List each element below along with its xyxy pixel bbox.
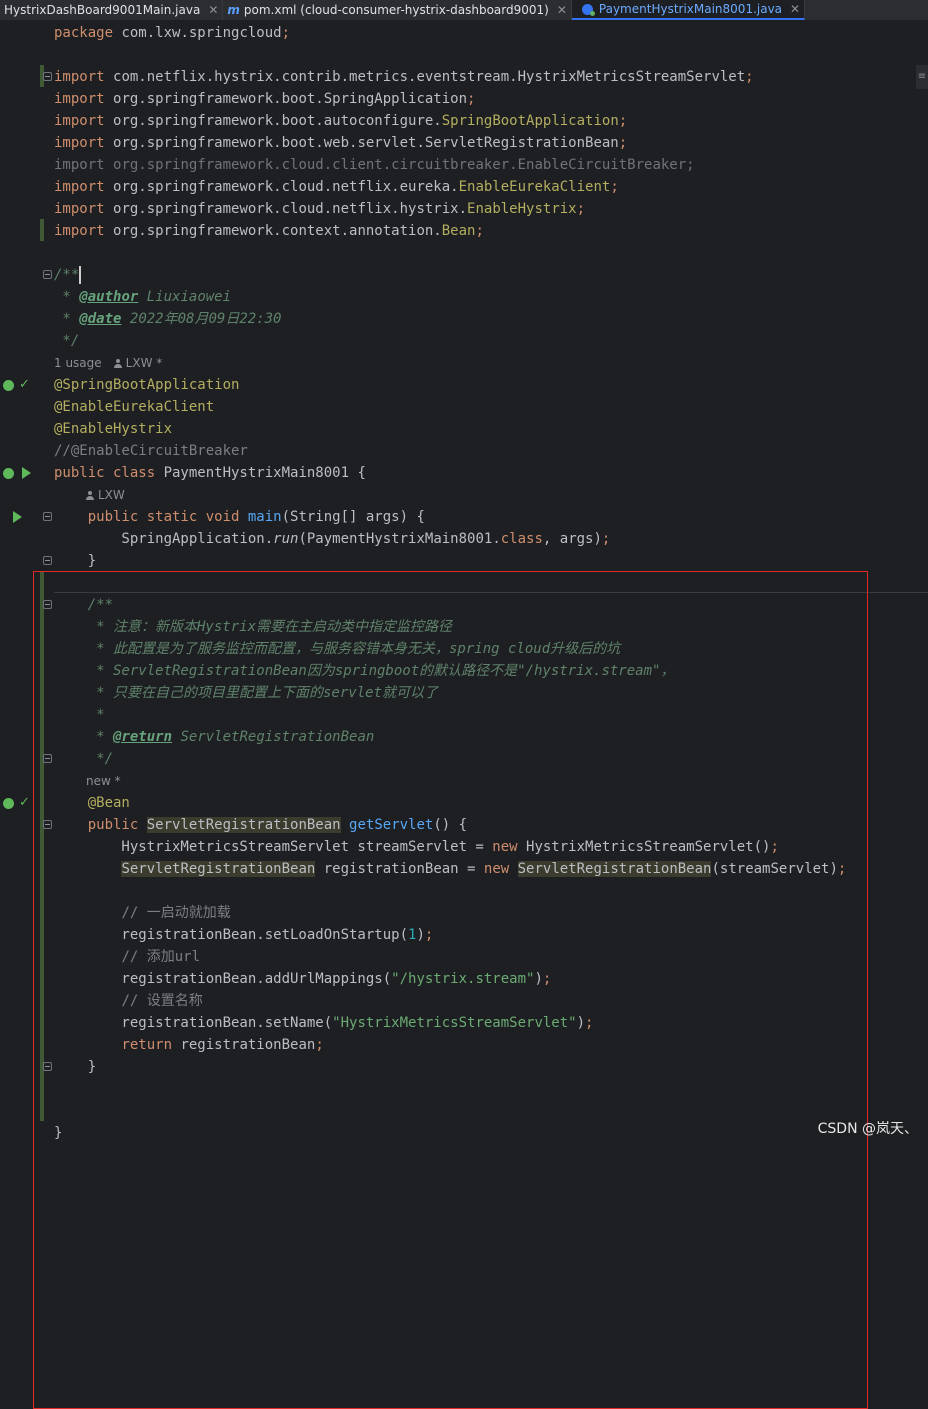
fold-marker[interactable] (43, 556, 52, 565)
code-line: * 此配置是为了服务监控而配置，与服务容错本身无关，spring cloud升级… (87, 641, 621, 657)
watermark: CSDN @岚天、 (817, 1121, 918, 1137)
code-line: import org.springframework.context.annot… (54, 223, 484, 239)
code-line: /** (54, 597, 114, 613)
close-icon[interactable]: ✕ (208, 3, 218, 17)
spring-bean-icon[interactable] (3, 798, 14, 809)
close-icon[interactable]: ✕ (790, 2, 800, 16)
spring-bean-icon[interactable] (3, 468, 14, 479)
code-line: * @date 2022年08月09日22:30 (54, 311, 282, 327)
code-line: import org.springframework.boot.web.serv… (54, 135, 628, 151)
code-line: public static void main(String[] args) { (87, 509, 425, 525)
spring-bean-icon[interactable] (3, 380, 14, 391)
inlay-hint[interactable]: LXW (86, 485, 125, 505)
code-line: } (54, 1125, 63, 1141)
code-line: */ (54, 333, 80, 349)
text-caret (79, 266, 82, 284)
tab-label: pom.xml (cloud-consumer-hystrix-dashboar… (243, 3, 549, 17)
inlay-hint[interactable]: new * (86, 771, 121, 791)
fold-marker[interactable] (43, 72, 52, 81)
fold-marker[interactable] (43, 600, 52, 609)
code-line: registrationBean.addUrlMappings("/hystri… (54, 971, 552, 987)
tab-label: PaymentHystrixMain8001.java (598, 2, 783, 16)
code-line: * @author Liuxiaowei (54, 289, 232, 305)
user-icon (86, 491, 94, 500)
code-line: /** (54, 266, 82, 284)
code-line: * ServletRegistrationBean因为springboot的默认… (87, 663, 675, 679)
code-line: //@EnableCircuitBreaker (54, 443, 248, 459)
code-line-unused-import: import org.springframework.cloud.client.… (54, 157, 695, 173)
change-marker (40, 219, 44, 241)
code-line: @Bean (54, 795, 130, 811)
tab-pom-xml[interactable]: m pom.xml (cloud-consumer-hystrix-dashbo… (223, 0, 572, 20)
maven-icon: m (227, 3, 240, 17)
fold-marker[interactable] (43, 820, 52, 829)
code-line: registrationBean.setLoadOnStartup(1); (54, 927, 434, 943)
code-line: @SpringBootApplication (54, 377, 240, 393)
code-editor[interactable]: ✓ ✓ ≡ package com.lxw.springcloud; impor… (0, 21, 928, 1409)
code-line: * @return ServletRegistrationBean (54, 729, 375, 745)
inlay-hint[interactable]: 1 usage LXW * (54, 353, 162, 373)
code-line: @EnableEurekaClient (54, 399, 215, 415)
code-line: import org.springframework.boot.autoconf… (54, 113, 628, 129)
editor-tab-bar: HystrixDashBoard9001Main.java ✕ m pom.xm… (0, 0, 928, 21)
code-line: */ (54, 751, 114, 767)
run-icon[interactable] (13, 511, 22, 523)
code-line: * 只要在自己的项目里配置上下面的servlet就可以了 (87, 685, 439, 701)
code-line: SpringApplication.run(PaymentHystrixMain… (54, 531, 611, 547)
change-marker (40, 571, 44, 1121)
code-line: } (54, 553, 97, 569)
code-line: // 一启动就加载 (121, 905, 231, 921)
code-line: // 添加url (121, 949, 201, 965)
code-line: @EnableHystrix (54, 421, 173, 437)
inspection-widget[interactable]: ≡ (916, 65, 928, 89)
code-line: import org.springframework.boot.SpringAp… (54, 91, 476, 107)
code-line: return registrationBean; (121, 1037, 324, 1053)
user-icon (113, 359, 122, 368)
spring-config-icon[interactable]: ✓ (19, 796, 30, 809)
close-icon[interactable]: ✕ (557, 3, 567, 17)
tab-hystrix-dashboard-main[interactable]: HystrixDashBoard9001Main.java ✕ (0, 0, 224, 20)
tab-payment-hystrix-main[interactable]: PaymentHystrixMain8001.java ✕ (571, 0, 806, 20)
code-line: ServletRegistrationBean registrationBean… (121, 861, 847, 877)
code-line: import org.springframework.cloud.netflix… (54, 201, 586, 217)
fold-marker[interactable] (43, 1062, 52, 1071)
code-line: HystrixMetricsStreamServlet streamServle… (54, 839, 779, 855)
method-separator (54, 592, 928, 593)
run-icon[interactable] (22, 467, 31, 479)
tab-label: HystrixDashBoard9001Main.java (4, 3, 201, 17)
fold-marker[interactable] (43, 754, 52, 763)
code-line: } (54, 1059, 97, 1075)
java-class-icon (581, 3, 595, 16)
code-line: public class PaymentHystrixMain8001 { (54, 465, 366, 481)
code-line: package com.lxw.springcloud; (54, 25, 291, 41)
code-line: * (54, 707, 105, 723)
code-line: * 注意：新版本Hystrix需要在主启动类中指定监控路径 (87, 619, 453, 635)
code-line: registrationBean.setName("HystrixMetrics… (54, 1015, 594, 1031)
spring-config-icon[interactable]: ✓ (19, 378, 30, 391)
code-line: // 设置名称 (121, 993, 203, 1009)
code-line: import org.springframework.cloud.netflix… (54, 179, 619, 195)
code-line: import com.netflix.hystrix.contrib.metri… (54, 69, 754, 85)
code-line: public ServletRegistrationBean getServle… (87, 817, 468, 833)
fold-marker[interactable] (43, 270, 52, 279)
fold-marker[interactable] (43, 512, 52, 521)
